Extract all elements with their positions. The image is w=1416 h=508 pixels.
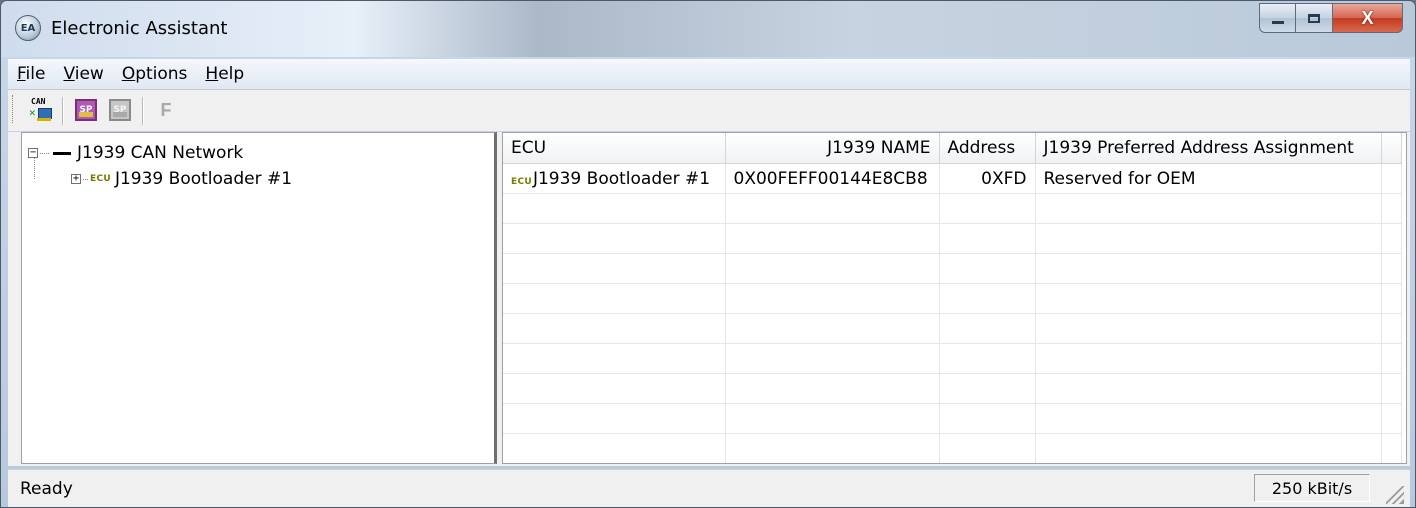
cell-j1939-name: 0X00FEFF00144E8CB8 (725, 163, 940, 194)
empty-row (503, 193, 1402, 224)
can-connect-button[interactable]: CAN ✕ (26, 96, 54, 124)
tree-item-label: J1939 CAN Network (77, 143, 244, 163)
sp-file-icon: SP (75, 99, 97, 121)
toolbar-separator (62, 97, 64, 125)
menu-view[interactable]: View (54, 64, 112, 84)
close-button[interactable]: X (1333, 3, 1403, 33)
empty-row (503, 373, 1402, 404)
menu-options[interactable]: Options (113, 64, 197, 84)
empty-row (503, 253, 1402, 284)
client-area: − J1939 CAN Network + ECU J1939 Bootload… (8, 132, 1410, 466)
close-icon: X (1361, 7, 1374, 28)
status-text: Ready (20, 479, 73, 499)
column-header-j1939-name[interactable]: J1939 NAME (725, 133, 940, 164)
table-header-row: ECU J1939 NAME Address J1939 Preferred A… (503, 133, 1402, 164)
resize-grip-icon[interactable] (1386, 486, 1404, 504)
network-tree[interactable]: − J1939 CAN Network + ECU J1939 Bootload… (21, 132, 497, 464)
empty-row (503, 313, 1402, 344)
toolbar: CAN ✕ SP SP F (8, 89, 1410, 131)
menu-help[interactable]: Help (196, 64, 253, 84)
empty-row (503, 403, 1402, 434)
expand-icon[interactable]: + (71, 174, 81, 184)
status-bar: Ready 250 kBit/s (8, 469, 1410, 507)
can-network-icon: CAN ✕ (29, 98, 52, 122)
menu-bar: File View Options Help (8, 59, 1410, 89)
cell-ecu: ECUJ1939 Bootloader #1 (503, 163, 726, 194)
column-header-ecu[interactable]: ECU (503, 133, 726, 164)
title-bar[interactable]: EA Electronic Assistant X (1, 1, 1415, 57)
empty-row (503, 343, 1402, 374)
window-controls: X (1259, 3, 1403, 33)
sp-save-disabled-icon: SP (109, 99, 131, 121)
toolbar-separator (142, 97, 144, 125)
baud-rate-indicator: 250 kBit/s (1254, 474, 1370, 502)
table-row[interactable]: ECUJ1939 Bootloader #1 0X00FEFF00144E8CB… (503, 163, 1402, 194)
ecu-icon: ECU (90, 174, 111, 184)
minimize-icon (1271, 20, 1284, 24)
cell-address: 0XFD (939, 163, 1036, 194)
cell-assignment: Reserved for OEM (1035, 163, 1382, 194)
flash-button: F (152, 96, 180, 124)
tree-item-can-network[interactable]: − J1939 CAN Network (28, 141, 243, 165)
column-header-preferred-address[interactable]: J1939 Preferred Address Assignment (1035, 133, 1382, 164)
ecu-list[interactable]: ECU J1939 NAME Address J1939 Preferred A… (502, 132, 1407, 464)
tree-item-label: J1939 Bootloader #1 (114, 169, 293, 189)
app-window: EA Electronic Assistant X File View Opti… (0, 0, 1416, 508)
menu-file[interactable]: File (8, 64, 54, 84)
flash-f-icon: F (160, 99, 172, 120)
empty-row (503, 433, 1402, 463)
maximize-button[interactable] (1296, 3, 1333, 33)
empty-row (503, 283, 1402, 314)
toolbar-grip[interactable] (12, 95, 16, 123)
column-header-address[interactable]: Address (939, 133, 1036, 164)
ecu-table: ECU J1939 NAME Address J1939 Preferred A… (503, 133, 1402, 463)
ea-logo-icon[interactable]: EA (15, 15, 41, 41)
maximize-icon (1308, 13, 1320, 23)
sp-load-button[interactable]: SP (72, 96, 100, 124)
tree-item-bootloader[interactable]: + ECU J1939 Bootloader #1 (71, 167, 292, 191)
sp-save-button: SP (106, 96, 134, 124)
empty-row (503, 223, 1402, 254)
network-line-icon (53, 151, 71, 155)
collapse-icon[interactable]: − (28, 148, 38, 158)
ecu-icon: ECU (511, 176, 532, 187)
window-title: Electronic Assistant (51, 18, 228, 39)
minimize-button[interactable] (1259, 3, 1296, 33)
